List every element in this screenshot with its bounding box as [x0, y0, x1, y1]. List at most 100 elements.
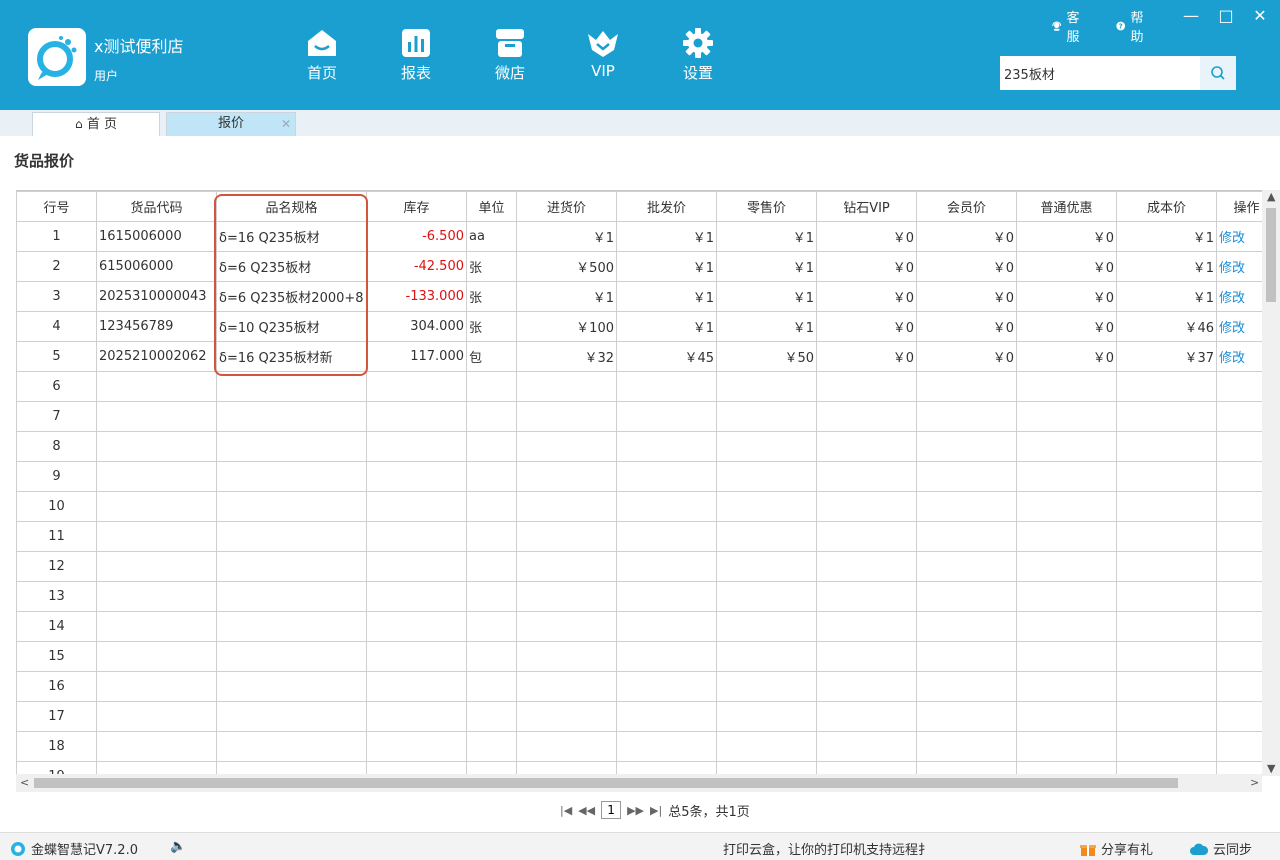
empty-table-row[interactable]: 10: [16, 491, 1277, 522]
quote-grid: 行号 货品代码 品名规格 库存 单位 进货价 批发价 零售价 钻石VIP 会员价 普通优惠 成本价 操作…: [16, 190, 1280, 774]
share-button[interactable]: 分享有礼: [1080, 839, 1153, 858]
scroll-left-icon[interactable]: <: [20, 774, 29, 792]
cell-row-number: 4: [16, 311, 97, 342]
pager: |◀ ◀◀ ▶▶ ▶| 总5条，共1页: [560, 800, 750, 820]
customer-service-button[interactable]: 客服: [1052, 7, 1084, 45]
nav-vip[interactable]: VIP: [573, 28, 633, 88]
empty-table-row[interactable]: 8: [16, 431, 1277, 462]
empty-table-row[interactable]: 13: [16, 581, 1277, 612]
empty-cell: [216, 611, 367, 642]
version-info: 金蝶智慧记V7.2.0: [10, 839, 138, 858]
cell-product-name: δ=6 Q235板材2000+8: [216, 281, 367, 312]
empty-table-row[interactable]: 15: [16, 641, 1277, 672]
col-header-product-name[interactable]: 品名规格: [216, 191, 367, 222]
cell-stock: -133.000: [366, 281, 467, 312]
empty-table-row[interactable]: 6: [16, 371, 1277, 402]
promo-text[interactable]: 打印云盒，让你的打印机支持远程扌: [723, 839, 931, 858]
cell-product-name: δ=6 Q235板材: [216, 251, 367, 282]
empty-cell: [816, 431, 917, 462]
empty-cell: [616, 731, 717, 762]
table-row[interactable]: 4 123456789 δ=10 Q235板材 304.000 张 ￥100 ￥1 ￥1 ￥0 ￥…: [16, 311, 1277, 342]
empty-cell: [1016, 641, 1117, 672]
nav-home[interactable]: 首页: [292, 28, 352, 88]
empty-cell: [616, 641, 717, 672]
empty-cell: [366, 641, 467, 672]
empty-table-row[interactable]: 17: [16, 701, 1277, 732]
quote-table: 行号 货品代码 品名规格 库存 单位 进货价 批发价 零售价 钻石VIP 会员价 普通优惠 成本价 操作…: [16, 191, 1277, 774]
empty-cell: [96, 671, 217, 702]
empty-cell: [1116, 431, 1217, 462]
empty-table-row[interactable]: 9: [16, 461, 1277, 492]
cell-product-name: δ=16 Q235板材: [216, 221, 367, 252]
volume-icon[interactable]: 🔈: [170, 839, 186, 854]
empty-cell: [216, 581, 367, 612]
cell-retail-price: ￥1: [716, 251, 817, 282]
scroll-up-icon[interactable]: ▲: [1267, 188, 1275, 206]
empty-cell: [366, 371, 467, 402]
maximize-icon[interactable]: □: [1214, 4, 1238, 28]
table-row[interactable]: 3 2025310000043 δ=6 Q235板材2000+8 -133.000 张 ￥…: [16, 281, 1277, 312]
nav-settings[interactable]: 设置: [668, 28, 728, 88]
help-button[interactable]: ? 帮助: [1116, 7, 1148, 45]
page-number-input[interactable]: [601, 801, 622, 819]
empty-cell: [1116, 401, 1217, 432]
vertical-scroll-thumb[interactable]: [1266, 208, 1276, 302]
col-header-member-price[interactable]: 会员价: [916, 191, 1017, 222]
col-header-diamond-vip-price[interactable]: 钻石VIP: [816, 191, 917, 222]
tab-quote[interactable]: 报价 ✕: [166, 112, 296, 136]
nav-shop[interactable]: 微店: [480, 28, 540, 88]
empty-table-row[interactable]: 12: [16, 551, 1277, 582]
col-header-wholesale-price[interactable]: 批发价: [616, 191, 717, 222]
cell-purchase-price: ￥32: [516, 341, 617, 372]
empty-cell: [366, 431, 467, 462]
home-tab-icon: ⌂: [75, 117, 83, 131]
tab-close-icon[interactable]: ✕: [281, 113, 291, 135]
prev-page-icon[interactable]: ◀◀: [578, 804, 595, 817]
next-page-icon[interactable]: ▶▶: [627, 804, 644, 817]
scroll-down-icon[interactable]: ▼: [1267, 760, 1275, 778]
cloud-sync-button[interactable]: 云同步: [1190, 839, 1252, 858]
empty-cell: [716, 491, 817, 522]
col-header-cost-price[interactable]: 成本价: [1116, 191, 1217, 222]
horizontal-scrollbar[interactable]: < >: [16, 774, 1262, 792]
col-header-stock[interactable]: 库存: [366, 191, 467, 222]
col-header-retail-price[interactable]: 零售价: [716, 191, 817, 222]
empty-cell: [1016, 581, 1117, 612]
search-button[interactable]: [1200, 56, 1236, 90]
last-page-icon[interactable]: ▶|: [650, 804, 662, 817]
close-icon[interactable]: ✕: [1248, 4, 1272, 28]
cell-product-name: δ=10 Q235板材: [216, 311, 367, 342]
empty-table-row[interactable]: 7: [16, 401, 1277, 432]
col-header-purchase-price[interactable]: 进货价: [516, 191, 617, 222]
empty-cell: [816, 491, 917, 522]
empty-table-row[interactable]: 11: [16, 521, 1277, 552]
search-input[interactable]: [1000, 56, 1200, 90]
table-row[interactable]: 1 1615006000 δ=16 Q235板材 -6.500 aa ￥1 ￥1 ￥1 ￥0 ￥0…: [16, 221, 1277, 252]
table-row[interactable]: 2 615006000 δ=6 Q235板材 -42.500 张 ￥500 ￥1 ￥1 ￥0 ￥0…: [16, 251, 1277, 282]
col-header-unit[interactable]: 单位: [466, 191, 517, 222]
minimize-icon[interactable]: —: [1179, 4, 1203, 28]
cell-cost-price: ￥46: [1116, 311, 1217, 342]
empty-table-row[interactable]: 16: [16, 671, 1277, 702]
empty-cell: [216, 701, 367, 732]
scroll-right-icon[interactable]: >: [1250, 774, 1259, 792]
nav-reports[interactable]: 报表: [386, 28, 446, 88]
empty-table-row[interactable]: 19: [16, 761, 1277, 774]
first-page-icon[interactable]: |◀: [560, 804, 572, 817]
col-header-product-code[interactable]: 货品代码: [96, 191, 217, 222]
empty-cell: [516, 731, 617, 762]
empty-table-row[interactable]: 14: [16, 611, 1277, 642]
col-header-row-number[interactable]: 行号: [16, 191, 97, 222]
vertical-scrollbar[interactable]: ▲ ▼: [1262, 190, 1280, 776]
empty-cell: [216, 731, 367, 762]
empty-table-row[interactable]: 18: [16, 731, 1277, 762]
table-row[interactable]: 5 2025210002062 δ=16 Q235板材新 117.000 包 ￥32 ￥45…: [16, 341, 1277, 372]
empty-cell: [366, 521, 467, 552]
empty-cell: [616, 431, 717, 462]
empty-cell: [1116, 611, 1217, 642]
horizontal-scroll-thumb[interactable]: [34, 778, 1178, 788]
tab-home[interactable]: ⌂ 首 页: [32, 112, 160, 136]
cell-normal-discount-price: ￥0: [1016, 221, 1117, 252]
col-header-normal-discount-price[interactable]: 普通优惠: [1016, 191, 1117, 222]
cloud-sync-icon: [1190, 843, 1208, 855]
